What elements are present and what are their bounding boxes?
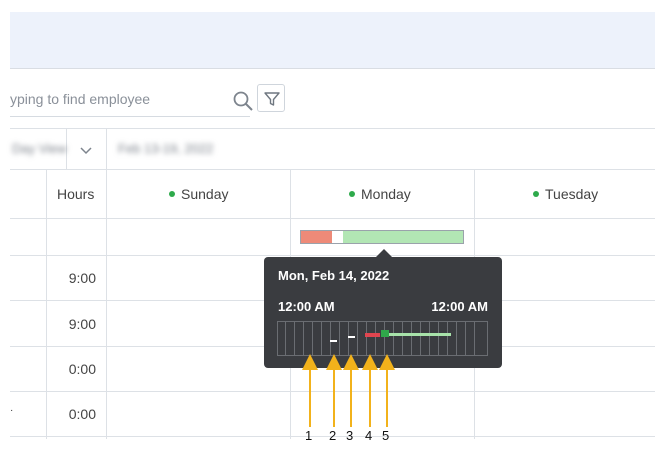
annotation-arrows <box>302 354 395 427</box>
annotation-label-5: 5 <box>382 428 390 443</box>
annotation-label-1: 1 <box>305 428 313 443</box>
annotation-label-2: 2 <box>329 428 337 443</box>
annotation-label-3: 3 <box>346 428 354 443</box>
annotation-label-4: 4 <box>365 428 373 443</box>
